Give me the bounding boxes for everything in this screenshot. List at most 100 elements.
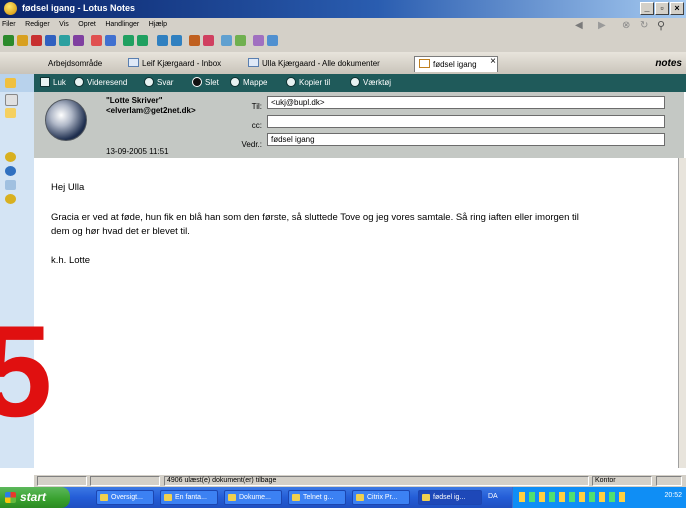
- task-icon: [100, 494, 108, 501]
- image-icon[interactable]: [267, 35, 278, 46]
- flag-icon[interactable]: [203, 35, 214, 46]
- windows-logo-icon: [5, 492, 16, 503]
- back-arrow-icon[interactable]: ◀: [575, 20, 583, 31]
- attach-icon[interactable]: [189, 35, 200, 46]
- task-telnet[interactable]: Telnet g...: [288, 490, 346, 505]
- restore-button[interactable]: ▫: [655, 2, 669, 15]
- menu-bar: Filer Rediger Vis Opret Handlinger Hjælp…: [0, 18, 686, 32]
- copy-icon[interactable]: [59, 35, 70, 46]
- close-button[interactable]: ×: [670, 2, 684, 15]
- sender-avatar: [45, 99, 87, 141]
- databases-bookmark-icon[interactable]: [5, 180, 16, 190]
- paste-icon[interactable]: [73, 35, 84, 46]
- replicator-bookmark-icon[interactable]: [5, 152, 16, 162]
- calendar-bookmark-icon[interactable]: [5, 94, 18, 106]
- tools-icon: [350, 77, 360, 87]
- up-icon[interactable]: [157, 35, 168, 46]
- task-en-fanta[interactable]: En fanta...: [160, 490, 218, 505]
- forward-icon[interactable]: [31, 35, 42, 46]
- search-icon[interactable]: ⚲: [657, 19, 665, 32]
- copy-into-action-button[interactable]: Kopier til: [286, 76, 330, 90]
- clock: 20:52: [664, 492, 682, 499]
- close-action-button[interactable]: Luk: [40, 76, 66, 90]
- start-button[interactable]: start: [0, 487, 70, 508]
- menu-view[interactable]: Vis: [59, 18, 69, 32]
- sender-email: <elverlam@get2net.dk>: [106, 106, 196, 115]
- menu-create[interactable]: Opret: [78, 18, 96, 32]
- refresh-icon[interactable]: ↻: [640, 20, 648, 31]
- body-greeting: Hej Ulla: [51, 182, 85, 193]
- language-indicator[interactable]: DA: [488, 493, 498, 500]
- subject-field[interactable]: fødsel igang: [267, 133, 665, 146]
- inbox-status[interactable]: [656, 476, 682, 486]
- mail-icon: [248, 58, 259, 67]
- copy-into-icon: [286, 77, 296, 87]
- memo-header: "Lotte Skriver" <elverlam@get2net.dk> 13…: [34, 92, 684, 159]
- todo-icon[interactable]: [235, 35, 246, 46]
- tab-ulla-all-documents[interactable]: Ulla Kjærgaard - Alle dokumenter: [248, 56, 380, 72]
- task-icon: [292, 494, 300, 501]
- menu-help[interactable]: Hjælp: [149, 18, 167, 32]
- print-icon[interactable]: [45, 35, 56, 46]
- tab-leif-inbox[interactable]: Leif Kjærgaard - Inbox: [128, 56, 221, 72]
- task-citrix[interactable]: Citrix Pr...: [352, 490, 410, 505]
- down-icon[interactable]: [171, 35, 182, 46]
- address-bookmark-icon[interactable]: [5, 108, 16, 118]
- favorites-bookmark-icon[interactable]: [5, 166, 16, 176]
- notes-brand: notes: [655, 58, 682, 69]
- vertical-scrollbar[interactable]: [678, 158, 686, 468]
- reply-icon: [144, 77, 154, 87]
- status-bar: 4906 ulæst(e) dokument(er) tilbage Konto…: [34, 474, 686, 487]
- tray-icons[interactable]: [519, 492, 629, 502]
- mail-icon: [128, 58, 139, 67]
- cc-field[interactable]: [267, 115, 665, 128]
- location-label: Kontor: [595, 477, 616, 484]
- cc-label: cc:: [251, 121, 262, 130]
- sent-date: 13-09-2005 11:51: [106, 147, 169, 156]
- folder-icon: [230, 77, 240, 87]
- tools-action-button[interactable]: Værktøj: [350, 76, 391, 90]
- task-icon: [164, 494, 172, 501]
- tab-workspace[interactable]: Arbejdsområde: [48, 56, 102, 72]
- spell-icon[interactable]: [91, 35, 102, 46]
- mail-bookmark-icon[interactable]: [5, 78, 16, 88]
- body-line-1: Gracia er ved at føde, hun fik en blå ha…: [51, 212, 579, 223]
- forward-action-button[interactable]: Videresend: [74, 76, 127, 90]
- system-tray: 20:52: [512, 487, 686, 508]
- find-icon[interactable]: [105, 35, 116, 46]
- task-icon: [356, 494, 364, 501]
- calendar-icon[interactable]: [221, 35, 232, 46]
- memo-body[interactable]: Hej Ulla Gracia er ved at føde, hun fik …: [34, 158, 678, 468]
- table-icon[interactable]: [253, 35, 264, 46]
- reply-action-button[interactable]: Svar: [144, 76, 173, 90]
- task-fodsel-igang[interactable]: fødsel ig...: [418, 490, 482, 505]
- toolbar: [0, 32, 686, 52]
- status-cell-2: [90, 476, 160, 486]
- sort-icon[interactable]: [123, 35, 134, 46]
- close-doc-icon: [40, 77, 50, 87]
- taskbar: start Oversigt... En fanta... Dokume... …: [0, 487, 686, 508]
- forward-arrow-icon[interactable]: ▶: [598, 20, 606, 31]
- tab-bar: Arbejdsområde Leif Kjærgaard - Inbox Ull…: [0, 52, 686, 75]
- document-icon: [419, 59, 430, 68]
- menu-file[interactable]: Filer: [2, 18, 16, 32]
- folder-action-button[interactable]: Mappe: [230, 76, 267, 90]
- tab-fodsel-igang[interactable]: fødsel igang ×: [414, 56, 498, 72]
- menu-edit[interactable]: Rediger: [25, 18, 50, 32]
- menu-actions[interactable]: Handlinger: [105, 18, 139, 32]
- lotus-notes-icon[interactable]: [4, 2, 17, 15]
- new-memo-icon[interactable]: [3, 35, 14, 46]
- delete-action-button[interactable]: Slet: [192, 76, 219, 90]
- status-cell-1: [37, 476, 87, 486]
- location-status[interactable]: Kontor: [592, 476, 652, 486]
- tab-close-icon[interactable]: ×: [490, 54, 496, 70]
- task-oversigt[interactable]: Oversigt...: [96, 490, 154, 505]
- filter-icon[interactable]: [137, 35, 148, 46]
- task-dokume[interactable]: Dokume...: [224, 490, 282, 505]
- to-field[interactable]: <ukj@bupl.dk>: [267, 96, 665, 109]
- more-bookmarks-icon[interactable]: [5, 194, 16, 204]
- reply-icon[interactable]: [17, 35, 28, 46]
- minimize-button[interactable]: _: [640, 2, 654, 15]
- action-bar: Luk Videresend Svar Slet Mappe Kopier ti…: [34, 74, 686, 92]
- stop-icon[interactable]: ⊗: [622, 20, 630, 31]
